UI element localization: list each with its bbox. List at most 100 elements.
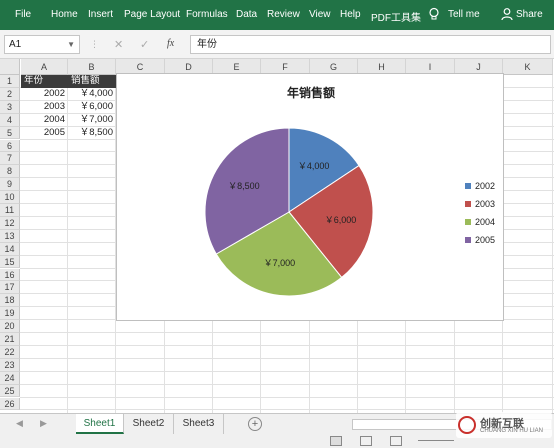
row-header-16[interactable]: 16	[0, 268, 20, 282]
cell-a3[interactable]: 2003	[21, 101, 68, 114]
tab-help[interactable]: Help	[340, 9, 361, 20]
row-header-20[interactable]: 20	[0, 320, 20, 333]
tab-review[interactable]: Review	[267, 9, 300, 20]
row-header-22[interactable]: 22	[0, 345, 20, 359]
gridline-horizontal	[20, 409, 554, 411]
row-header-19[interactable]: 19	[0, 307, 20, 321]
watermark-logo: 创新互联 CHUANG XIN HU LIAN	[456, 412, 552, 438]
column-header-a[interactable]: A	[21, 59, 68, 75]
pie-plot-area: ￥4,000 ￥6,000 ￥7,000 ￥8,500	[204, 127, 374, 297]
share-button[interactable]: Share	[516, 9, 543, 20]
row-header-18[interactable]: 18	[0, 294, 20, 308]
tab-home[interactable]: Home	[51, 9, 78, 20]
scroll-left-icon[interactable]: ◀	[16, 418, 23, 429]
legend-swatch	[465, 219, 471, 225]
row-header-2[interactable]: 2	[0, 87, 20, 101]
row-header-1[interactable]: 1	[0, 75, 20, 88]
row-header-15[interactable]: 15	[0, 255, 20, 269]
page-layout-view-icon[interactable]	[360, 436, 372, 446]
gridline-horizontal	[20, 396, 554, 398]
select-all-corner[interactable]	[0, 59, 20, 75]
row-header-17[interactable]: 17	[0, 281, 20, 295]
zoom-slider[interactable]	[418, 440, 454, 441]
row-header-26[interactable]: 26	[0, 397, 20, 411]
tab-page-layout[interactable]: Page Layout	[124, 9, 180, 20]
row-header-23[interactable]: 23	[0, 358, 20, 372]
cell-a1[interactable]: 年份	[21, 75, 68, 88]
tab-formulas[interactable]: Formulas	[186, 9, 228, 20]
row-header-8[interactable]: 8	[0, 165, 20, 179]
row-header-10[interactable]: 10	[0, 191, 20, 204]
insert-function-button[interactable]: fx	[167, 38, 174, 49]
data-label-2002: ￥4,000	[298, 161, 330, 171]
row-header-6[interactable]: 6	[0, 139, 20, 153]
row-header-21[interactable]: 21	[0, 333, 20, 346]
row-header-7[interactable]: 7	[0, 152, 20, 166]
cell-a4[interactable]: 2004	[21, 114, 68, 127]
tab-data[interactable]: Data	[236, 9, 257, 20]
sheet-tab-sheet3[interactable]: Sheet3	[174, 414, 224, 434]
legend-swatch	[465, 183, 471, 189]
legend-label: 2005	[475, 235, 496, 245]
pie-chart[interactable]: 年销售额 ￥4,000 ￥6,000 ￥7,000 ￥8,500 2002 2003 …	[116, 73, 504, 321]
tab-insert[interactable]: Insert	[88, 9, 113, 20]
row-header-24[interactable]: 24	[0, 371, 20, 385]
row-header-14[interactable]: 14	[0, 242, 20, 256]
gridline-horizontal	[20, 370, 554, 372]
add-sheet-button[interactable]: +	[248, 417, 262, 431]
cell-b5[interactable]: ￥8,500	[68, 127, 116, 140]
gridline-horizontal	[20, 344, 554, 346]
row-header-9[interactable]: 9	[0, 178, 20, 192]
tab-file[interactable]: File	[15, 9, 31, 20]
row-header-5[interactable]: 5	[0, 126, 20, 140]
row-header-4[interactable]: 4	[0, 113, 20, 127]
scroll-right-icon[interactable]: ▶	[40, 418, 47, 429]
sheet-tab-sheet2[interactable]: Sheet2	[124, 414, 174, 434]
cancel-icon[interactable]: ✕	[114, 38, 123, 51]
row-header-13[interactable]: 13	[0, 229, 20, 243]
legend-item-2004: 2004	[465, 216, 495, 234]
legend-label: 2004	[475, 217, 496, 227]
tab-view[interactable]: View	[309, 9, 331, 20]
cell-a5[interactable]: 2005	[21, 127, 68, 140]
cell-b4[interactable]: ￥7,000	[68, 114, 116, 127]
gridline-horizontal	[20, 332, 554, 333]
legend-item-2002: 2002	[465, 180, 495, 198]
name-box[interactable]: A1 ▼	[4, 35, 80, 54]
sheet-tab-sheet1[interactable]: Sheet1	[76, 414, 124, 434]
formula-input[interactable]: 年份	[190, 35, 551, 54]
page-break-view-icon[interactable]	[390, 436, 402, 446]
brand-logo-icon	[458, 416, 476, 434]
data-label-2005: ￥8,500	[228, 181, 260, 191]
row-header-12[interactable]: 12	[0, 216, 20, 230]
tell-me-search[interactable]: Tell me	[448, 9, 480, 20]
row-header-25[interactable]: 25	[0, 384, 20, 398]
data-label-2003: ￥6,000	[325, 215, 357, 225]
row-header-3[interactable]: 3	[0, 100, 20, 114]
legend-item-2005: 2005	[465, 234, 495, 252]
legend-item-2003: 2003	[465, 198, 495, 216]
cell-b2[interactable]: ￥4,000	[68, 88, 116, 101]
legend-label: 2003	[475, 199, 496, 209]
cell-b1[interactable]: 销售额	[68, 75, 116, 88]
chevron-down-icon[interactable]: ▼	[67, 36, 75, 53]
data-label-2004: ￥7,000	[264, 258, 296, 268]
legend-swatch	[465, 201, 471, 207]
tab-pdf-tools[interactable]: PDF工具集	[371, 9, 421, 24]
share-user-icon[interactable]	[500, 7, 514, 21]
gridline-horizontal	[20, 357, 554, 359]
row-header-11[interactable]: 11	[0, 204, 20, 217]
formula-bar: A1 ▼ ⋮ ✕ ✓ fx 年份	[0, 30, 554, 59]
cell-b3[interactable]: ￥6,000	[68, 101, 116, 114]
drag-handle-icon[interactable]: ⋮	[90, 39, 99, 50]
enter-check-icon[interactable]: ✓	[140, 38, 149, 51]
normal-view-icon[interactable]	[330, 436, 342, 446]
ribbon-tab-bar: File Home Insert Page Layout Formulas Da…	[0, 0, 554, 30]
gridline-horizontal	[20, 383, 554, 385]
legend-label: 2002	[475, 181, 496, 191]
watermark-subtext: CHUANG XIN HU LIAN	[480, 428, 544, 434]
cell-a2[interactable]: 2002	[21, 88, 68, 101]
lightbulb-icon[interactable]	[427, 7, 441, 21]
column-header-b[interactable]: B	[68, 59, 116, 75]
column-header-k[interactable]: K	[503, 59, 553, 75]
